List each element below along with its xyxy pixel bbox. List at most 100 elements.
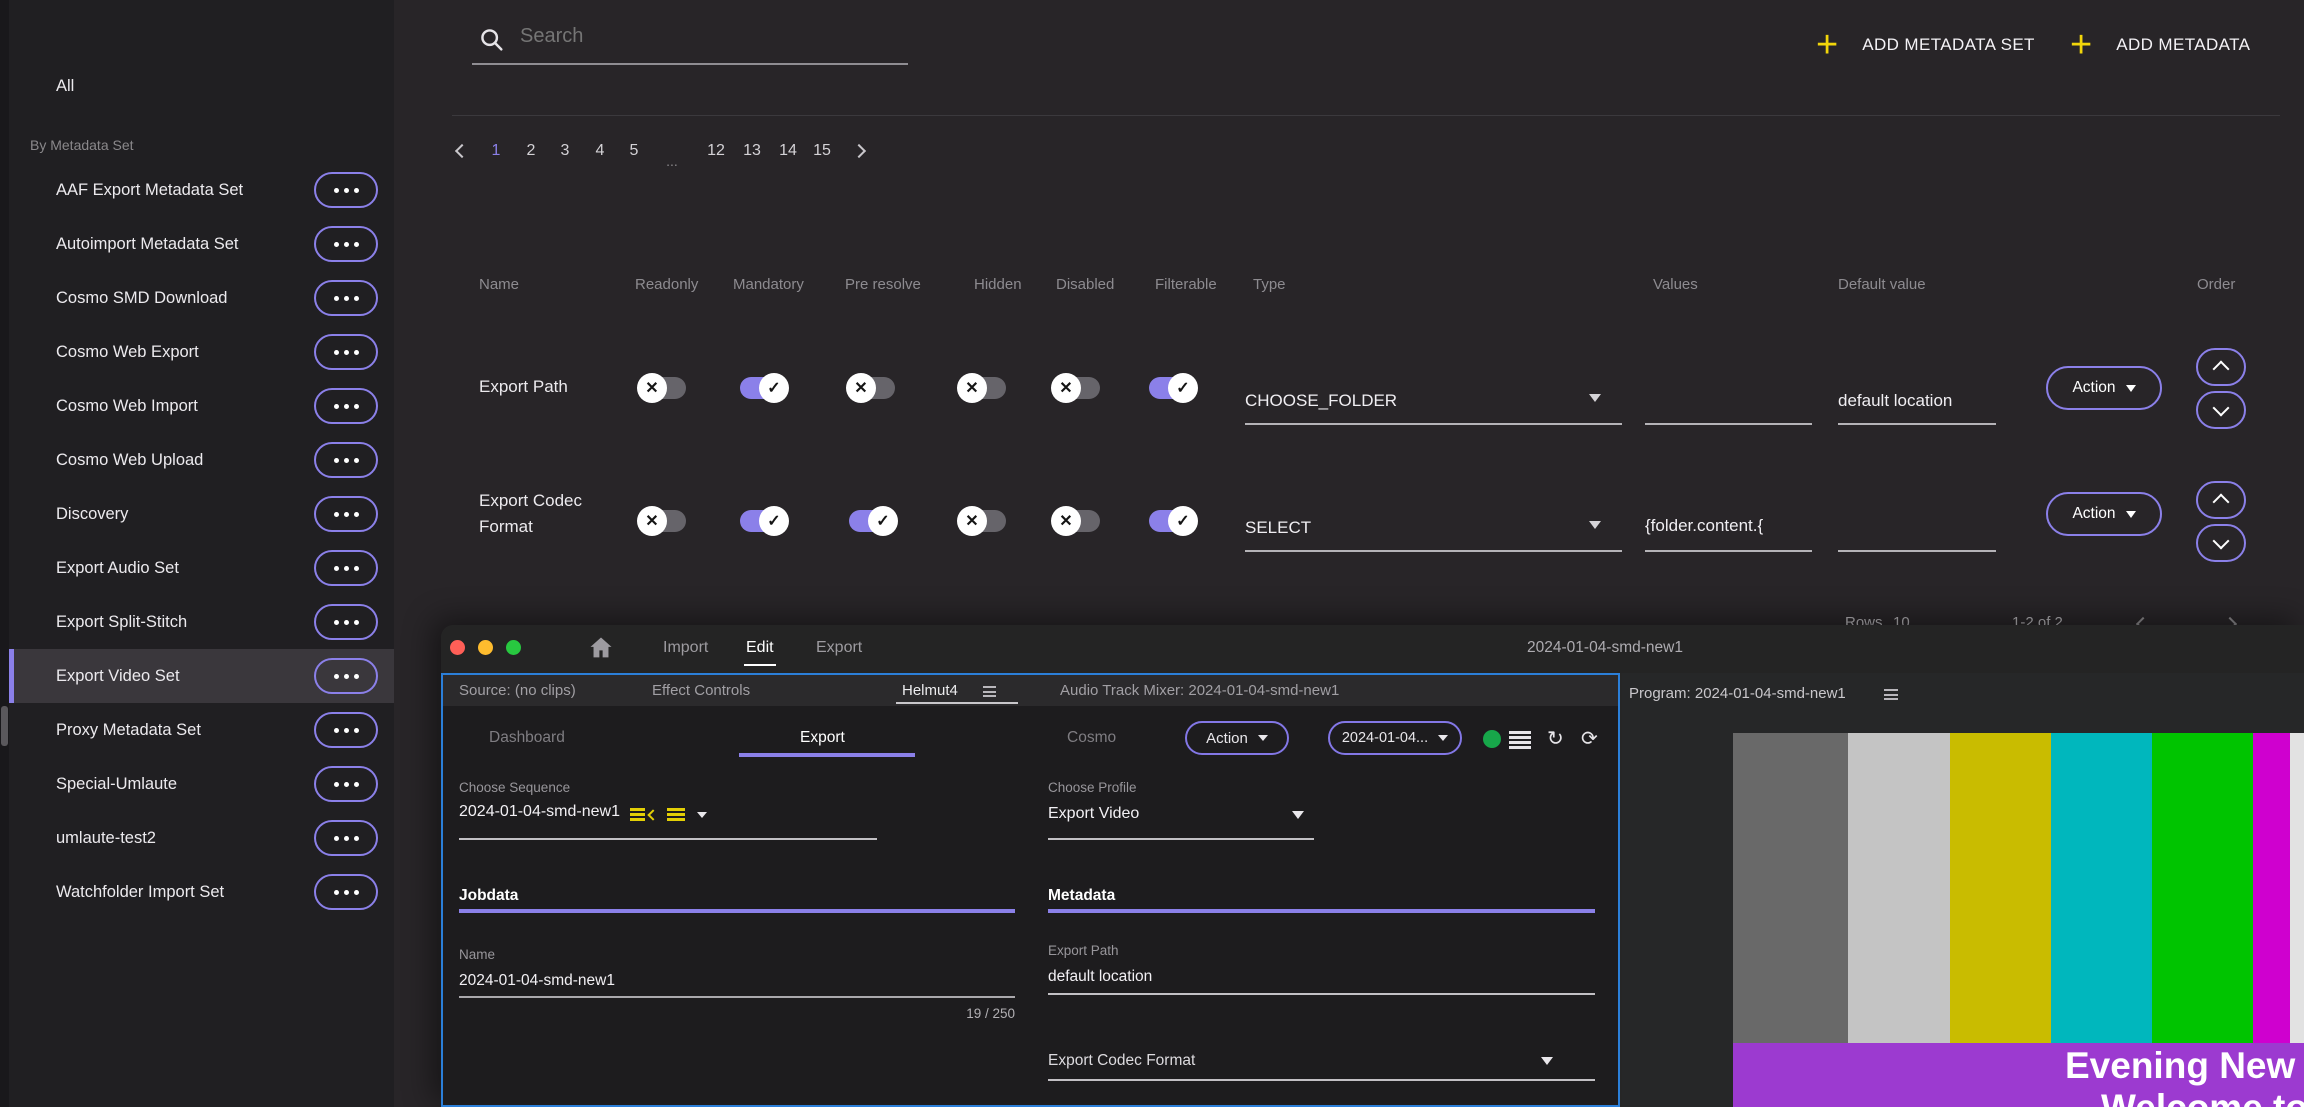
add-metadata-button[interactable]: + ADD METADATA — [2070, 22, 2250, 68]
sidebar-item-cosmo-web-import[interactable]: Cosmo Web Import — [9, 379, 394, 433]
tab-edit[interactable]: Edit — [746, 639, 774, 657]
refresh-icon[interactable]: ↻ — [1547, 726, 1564, 751]
toggle-pre-resolve[interactable]: ✓ — [849, 510, 895, 532]
sidebar-item-export-audio-set[interactable]: Export Audio Set — [9, 541, 394, 595]
chevron-down-icon[interactable] — [1589, 394, 1601, 402]
item-menu-button[interactable] — [314, 334, 378, 370]
action-button[interactable]: Action — [2046, 492, 2162, 536]
action-button[interactable]: Action — [2046, 366, 2162, 410]
toggle-disabled[interactable]: ✕ — [1054, 377, 1100, 399]
profile-select[interactable]: Export Video — [1048, 805, 1139, 823]
default-value-field[interactable]: default location — [1838, 391, 1996, 411]
type-select[interactable]: CHOOSE_FOLDER — [1245, 391, 1575, 411]
search-input[interactable] — [518, 24, 902, 49]
sidebar-item-all[interactable]: All — [9, 59, 394, 113]
helmut-tab-cosmo[interactable]: Cosmo — [1067, 729, 1116, 747]
tab-import[interactable]: Import — [663, 639, 708, 657]
item-menu-button[interactable] — [314, 874, 378, 910]
sidebar-item-autoimport[interactable]: Autoimport Metadata Set — [9, 217, 394, 271]
toggle-pre-resolve[interactable]: ✕ — [849, 377, 895, 399]
toggle-disabled[interactable]: ✕ — [1054, 510, 1100, 532]
tab-source[interactable]: Source: (no clips) — [459, 682, 576, 699]
pagination-prev-button[interactable] — [446, 136, 478, 166]
sidebar-scrollbar-track[interactable] — [0, 0, 9, 1107]
sidebar-item-watchfolder-import-set[interactable]: Watchfolder Import Set — [9, 865, 394, 919]
move-down-button[interactable] — [2196, 524, 2246, 562]
chevron-down-icon[interactable] — [1292, 811, 1304, 819]
sidebar-item-export-split-stitch[interactable]: Export Split-Stitch — [9, 595, 394, 649]
menu-icon[interactable] — [1509, 731, 1531, 749]
chevron-down-icon[interactable] — [1541, 1057, 1553, 1065]
item-menu-button[interactable] — [314, 658, 378, 694]
item-menu-button[interactable] — [314, 766, 378, 802]
tab-export[interactable]: Export — [816, 639, 862, 657]
insert-sequence-icon[interactable] — [630, 808, 645, 821]
sidebar-item-discovery[interactable]: Discovery — [9, 487, 394, 541]
add-metadata-set-button[interactable]: + ADD METADATA SET — [1816, 22, 2035, 68]
maximize-window-button[interactable] — [506, 640, 521, 655]
move-up-button[interactable] — [2196, 348, 2246, 386]
project-dropdown[interactable]: 2024-01-04... — [1328, 721, 1462, 755]
toggle-hidden[interactable]: ✕ — [960, 510, 1006, 532]
pagination-next-button[interactable] — [843, 136, 875, 166]
pagination-page-14[interactable]: 14 — [772, 136, 804, 166]
tab-audio-track-mixer[interactable]: Audio Track Mixer: 2024-01-04-smd-new1 — [1060, 682, 1339, 699]
toggle-readonly[interactable]: ✕ — [640, 510, 686, 532]
pagination-page-2[interactable]: 2 — [515, 136, 547, 166]
sidebar-item-cosmo-web-upload[interactable]: Cosmo Web Upload — [9, 433, 394, 487]
tab-effect-controls[interactable]: Effect Controls — [652, 682, 750, 699]
item-menu-button[interactable] — [314, 280, 378, 316]
helmut-tab-export[interactable]: Export — [800, 729, 845, 747]
sync-icon[interactable]: ⟳ — [1581, 726, 1598, 751]
pagination-page-15[interactable]: 15 — [806, 136, 838, 166]
pagination-page-5[interactable]: 5 — [618, 136, 650, 166]
export-path-input[interactable]: default location — [1048, 968, 1152, 986]
panel-menu-icon[interactable] — [1884, 689, 1898, 700]
item-menu-button[interactable] — [314, 604, 378, 640]
pagination-page-13[interactable]: 13 — [736, 136, 768, 166]
sequence-value[interactable]: 2024-01-04-smd-new1 — [459, 803, 620, 821]
values-field[interactable]: {folder.content.{ — [1645, 516, 1815, 536]
sidebar-scrollbar-thumb[interactable] — [1, 706, 8, 746]
move-down-button[interactable] — [2196, 391, 2246, 429]
item-menu-button[interactable] — [314, 712, 378, 748]
panel-menu-icon[interactable] — [983, 686, 996, 697]
helmut-tab-dashboard[interactable]: Dashboard — [489, 729, 565, 747]
pagination-page-3[interactable]: 3 — [549, 136, 581, 166]
pagination-page-1[interactable]: 1 — [480, 136, 512, 166]
pagination-page-12[interactable]: 12 — [700, 136, 732, 166]
sidebar-item-export-video-set[interactable]: Export Video Set — [9, 649, 394, 703]
name-input[interactable]: 2024-01-04-smd-new1 — [459, 972, 615, 990]
item-menu-button[interactable] — [314, 172, 378, 208]
toggle-hidden[interactable]: ✕ — [960, 377, 1006, 399]
toggle-filterable[interactable]: ✓ — [1149, 510, 1195, 532]
export-codec-select[interactable]: Export Codec Format — [1048, 1052, 1195, 1070]
item-menu-button[interactable] — [314, 388, 378, 424]
helmut-action-button[interactable]: Action — [1185, 721, 1289, 755]
sidebar-item-cosmo-smd-download[interactable]: Cosmo SMD Download — [9, 271, 394, 325]
close-window-button[interactable] — [450, 640, 465, 655]
type-select[interactable]: SELECT — [1245, 518, 1575, 538]
toggle-filterable[interactable]: ✓ — [1149, 377, 1195, 399]
chevron-down-icon[interactable] — [697, 812, 707, 818]
sequence-list-icon[interactable] — [667, 808, 685, 821]
home-icon[interactable] — [587, 634, 615, 662]
move-up-button[interactable] — [2196, 481, 2246, 519]
item-menu-button[interactable] — [314, 496, 378, 532]
sidebar-item-cosmo-web-export[interactable]: Cosmo Web Export — [9, 325, 394, 379]
sidebar-item-special-umlaute[interactable]: Special-Umlaute — [9, 757, 394, 811]
item-menu-button[interactable] — [314, 226, 378, 262]
tab-helmut4[interactable]: Helmut4 — [902, 682, 958, 699]
chevron-down-icon[interactable] — [1589, 521, 1601, 529]
window-titlebar[interactable]: Import Edit Export 2024-01-04-smd-new1 — [441, 625, 2304, 673]
sidebar-item-proxy-metadata-set[interactable]: Proxy Metadata Set — [9, 703, 394, 757]
toggle-readonly[interactable]: ✕ — [640, 377, 686, 399]
minimize-window-button[interactable] — [478, 640, 493, 655]
item-menu-button[interactable] — [314, 442, 378, 478]
item-menu-button[interactable] — [314, 820, 378, 856]
toggle-mandatory[interactable]: ✓ — [740, 510, 786, 532]
sidebar-item-umlaute-test2[interactable]: umlaute-test2 — [9, 811, 394, 865]
toggle-mandatory[interactable]: ✓ — [740, 377, 786, 399]
item-menu-button[interactable] — [314, 550, 378, 586]
sidebar-item-aaf-export[interactable]: AAF Export Metadata Set — [9, 163, 394, 217]
